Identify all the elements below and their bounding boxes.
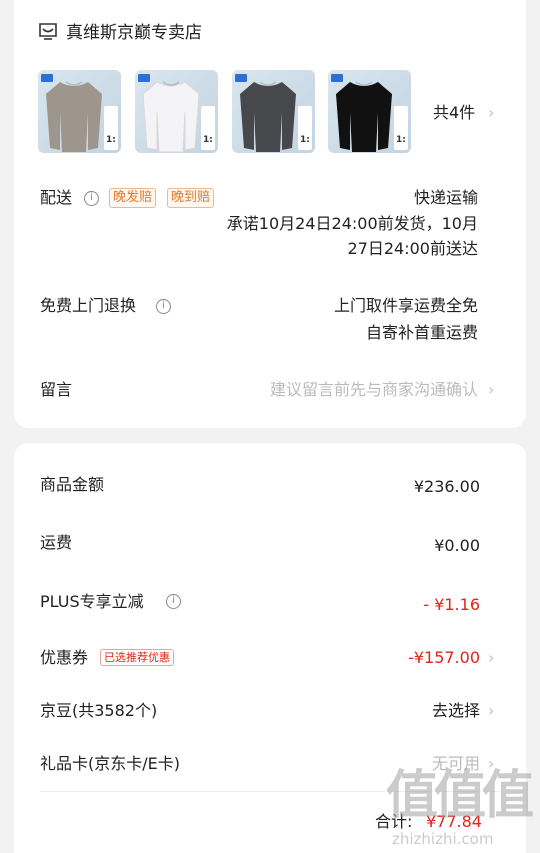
watermark-domain: zhizhizhi.com <box>392 830 494 848</box>
shop-icon <box>38 23 58 41</box>
size-label-tag: 1: <box>298 106 312 150</box>
plus-discount-label: PLUS专享立减 <box>40 592 144 611</box>
item-count[interactable]: 共4件 <box>433 102 475 124</box>
delivery-label: 配送 <box>40 188 73 207</box>
chevron-right-icon[interactable]: › <box>488 700 494 722</box>
goods-amount-value: ¥236.00 <box>413 477 480 496</box>
size-label-tag: 1: <box>104 106 118 150</box>
message-input[interactable]: 建议留言前先与商家沟通确认 <box>270 379 478 401</box>
shipping-value: ¥0.00 <box>434 536 480 555</box>
sweatshirt-image <box>240 81 296 152</box>
info-icon[interactable]: i <box>84 191 99 206</box>
recommended-coupon-tag: 已选推荐优惠 <box>100 649 174 666</box>
return-pickup-text: 上门取件享运费全免 <box>333 296 478 315</box>
return-self-send-text: 自寄补首重运费 <box>365 323 478 342</box>
giftcard-label: 礼品卡(京东卡/E卡) <box>40 754 180 773</box>
delivery-promise-line2: 27日24:00前送达 <box>347 239 478 258</box>
coupon-label: 优惠券 <box>40 648 89 667</box>
coupon-value[interactable]: -¥157.00 <box>408 647 480 669</box>
product-thumbnail[interactable]: 1: <box>135 70 218 153</box>
goods-amount-label: 商品金额 <box>40 475 105 494</box>
late-arrival-compensation-tag: 晚到赔 <box>167 188 215 208</box>
store-name[interactable]: 真维斯京巅专卖店 <box>66 22 202 44</box>
sweatshirt-image <box>46 81 102 152</box>
info-icon[interactable]: i <box>166 594 181 609</box>
size-label-tag: 1: <box>201 106 215 150</box>
sweatshirt-image <box>142 81 200 153</box>
jingdou-label: 京豆(共3582个) <box>40 701 158 720</box>
free-return-label: 免费上门退换 <box>40 296 137 315</box>
message-label: 留言 <box>40 380 73 399</box>
chevron-right-icon[interactable]: › <box>488 647 494 669</box>
late-ship-compensation-tag: 晚发赔 <box>109 188 157 208</box>
order-store-card: 真维斯京巅专卖店 1: 1: 1: 1: 共4件 › 配送 i 晚发赔 晚到赔 快递运… <box>14 0 526 428</box>
delivery-method[interactable]: 快递运输 <box>414 187 478 209</box>
chevron-right-icon[interactable]: › <box>488 102 494 124</box>
shipping-label: 运费 <box>40 533 73 552</box>
sweatshirt-image <box>336 81 392 152</box>
chevron-right-icon[interactable]: › <box>488 379 494 401</box>
size-label-tag: 1: <box>394 106 408 150</box>
product-thumbnail[interactable]: 1: <box>232 70 315 153</box>
delivery-promise-line1: 承诺10月24日24:00前发货，10月 <box>226 214 478 233</box>
plus-discount-value: - ¥1.16 <box>423 595 480 614</box>
product-thumbnail[interactable]: 1: <box>38 70 121 153</box>
info-icon[interactable]: i <box>156 299 171 314</box>
product-thumbnail[interactable]: 1: <box>328 70 411 153</box>
watermark-logo: 值值值 <box>386 766 534 826</box>
jingdou-select[interactable]: 去选择 <box>432 700 480 722</box>
